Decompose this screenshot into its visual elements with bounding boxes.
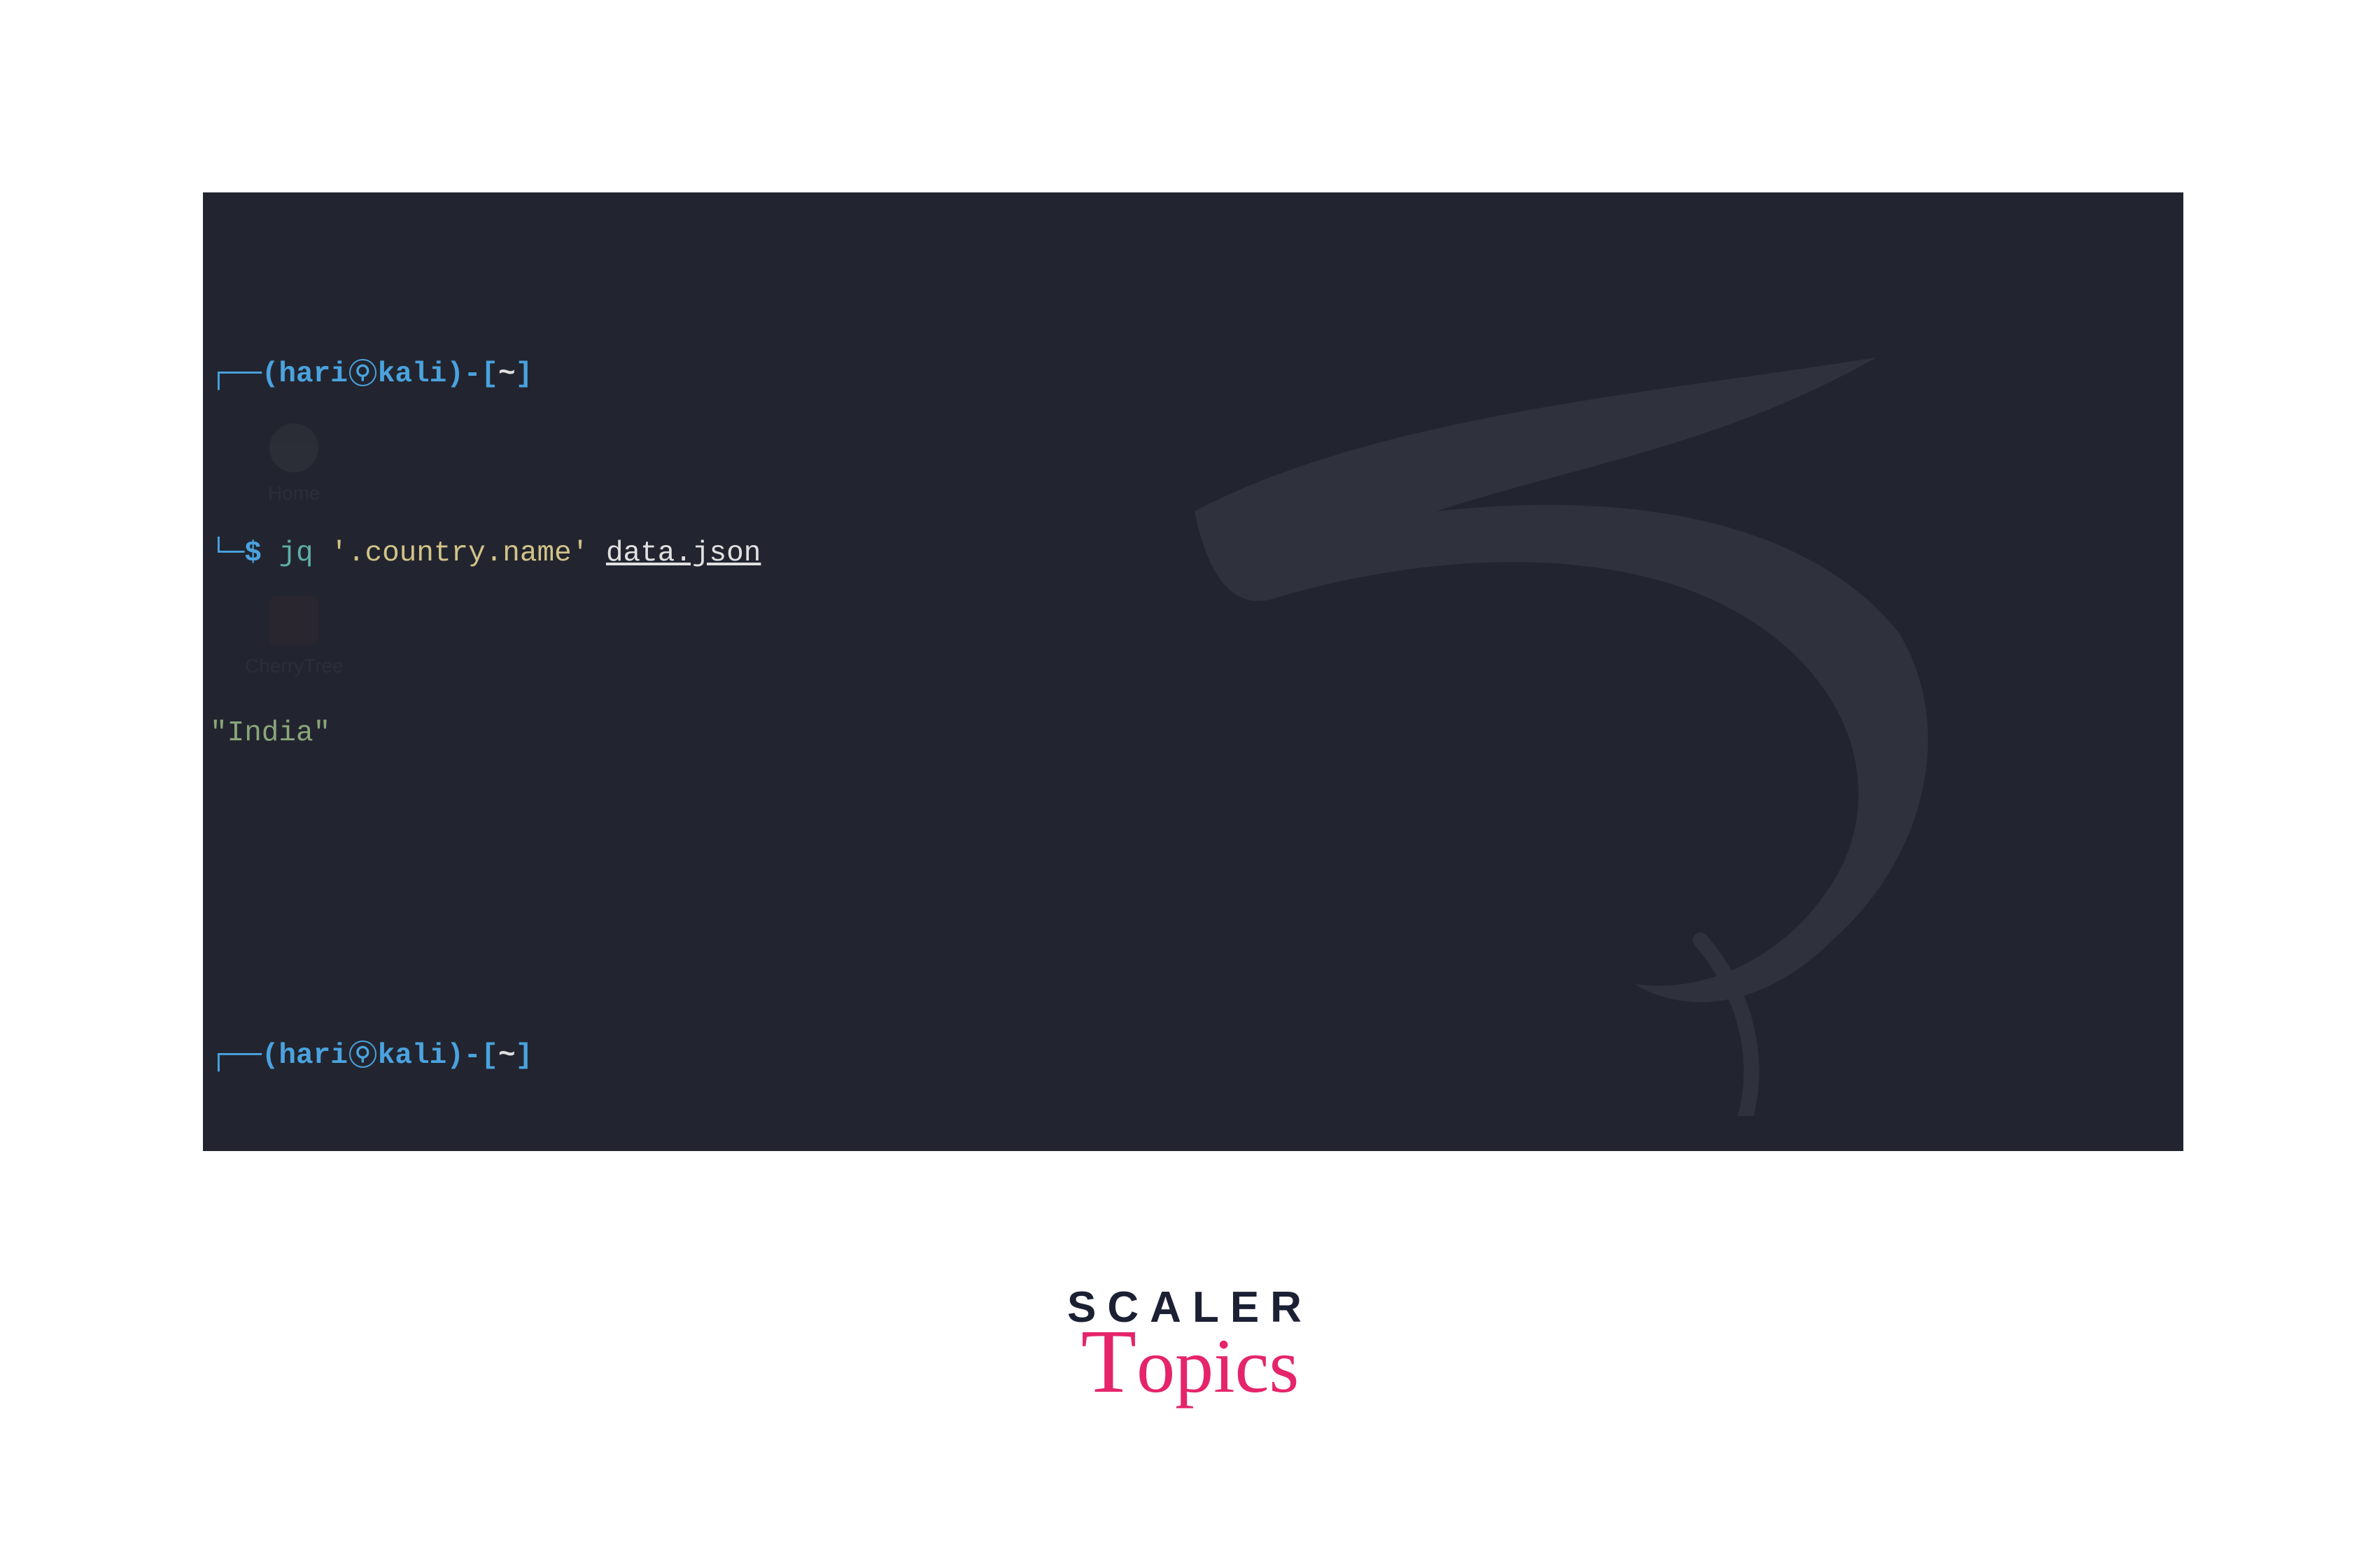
prompt-1-line-1: ┌──(harikali)-[~] [210,357,2176,393]
logo-topics-text: Topics [1067,1321,1313,1403]
command-binary: jq [279,536,313,572]
box-draw-top-left: ┌── [210,1038,262,1074]
logo-scaler-text: SCALER [1067,1281,1313,1335]
command-output: "India" [210,716,2176,752]
prompt-cwd: ~ [498,357,516,393]
command-file: data.json [606,536,761,572]
box-draw-bottom-left: └─ [210,536,244,572]
prompt-host: kali [378,1038,446,1074]
prompt-1-line-2: └─$ jq '.country.name' data.json [210,536,2176,572]
skull-separator-icon [349,1040,376,1068]
terminal-content: ┌──(harikali)-[~] └─$ jq '.country.name'… [203,192,2183,1151]
terminal-window[interactable]: Home CherryTree ┌──(harikali)-[~] └─$ jq… [203,192,2183,1151]
prompt-2-line-1: ┌──(harikali)-[~] [210,1038,2176,1074]
prompt-dollar: $ [244,536,262,572]
command-arg: '.country.name' [330,536,589,572]
prompt-cwd: ~ [498,1038,516,1074]
prompt-host: kali [378,357,446,393]
scaler-topics-logo: SCALER Topics [1067,1281,1313,1403]
prompt-user: hari [279,357,347,393]
prompt-user: hari [279,1038,347,1074]
skull-separator-icon [349,359,376,386]
box-draw-top-left: ┌── [210,357,262,393]
